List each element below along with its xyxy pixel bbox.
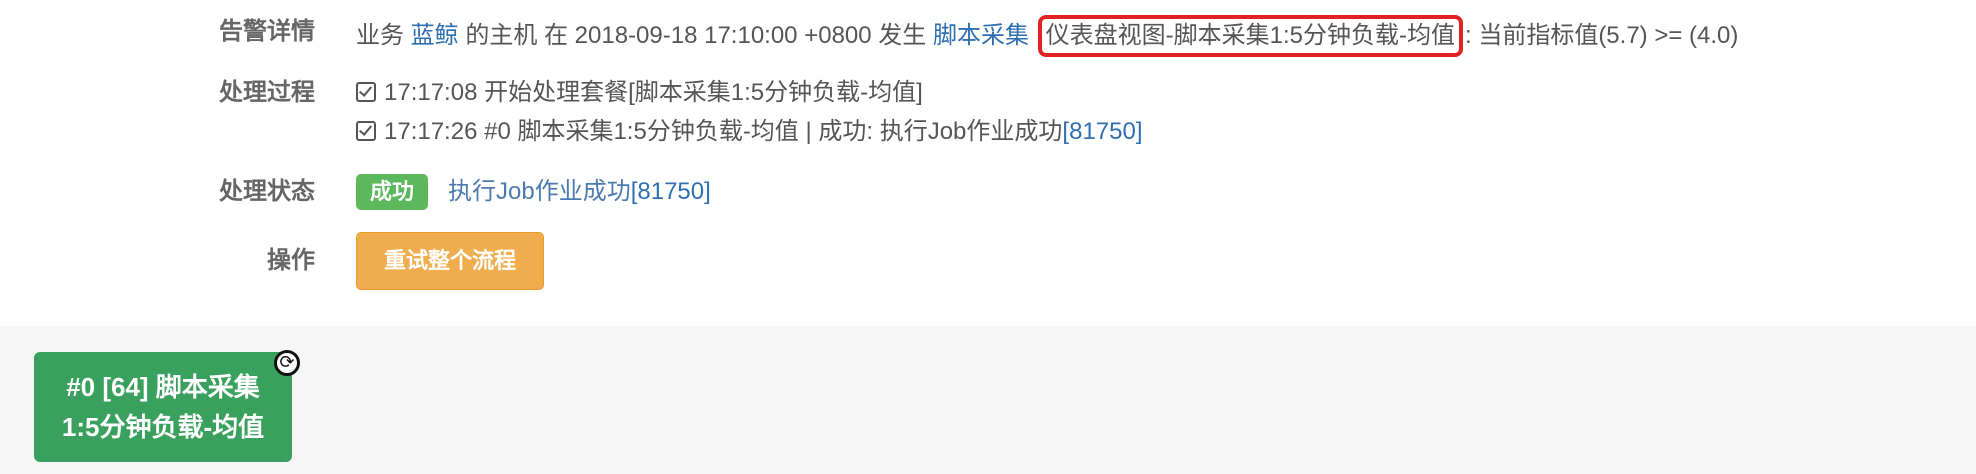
refresh-icon[interactable]: ⟳ xyxy=(274,350,300,376)
operation-label: 操作 xyxy=(267,247,315,274)
flow-node-line1: #0 [64] 脚本采集 xyxy=(66,372,260,402)
flow-node-line2: 1:5分钟负载-均值 xyxy=(61,412,265,442)
flow-node[interactable]: #0 [64] 脚本采集 1:5分钟负载-均值 xyxy=(34,352,292,462)
process-step-text: 17:17:08 开始处理套餐[脚本采集1:5分钟负载-均值] xyxy=(384,79,923,106)
process-step-2: 17:17:26 #0 脚本采集1:5分钟负载-均值 | 成功: 执行Job作业… xyxy=(356,115,1143,149)
status-badge: 成功 xyxy=(356,174,429,210)
status-job-id-link[interactable]: [81750] xyxy=(631,178,711,205)
flow-canvas xyxy=(0,326,1976,474)
status-label: 处理状态 xyxy=(219,178,315,205)
process-label: 处理过程 xyxy=(219,79,315,106)
alert-detail-label: 告警详情 xyxy=(219,18,315,45)
alert-mid-text: 的主机 在 2018-09-18 17:10:00 +0800 发生 xyxy=(465,22,927,49)
check-icon xyxy=(356,121,376,141)
highlighted-dashboard-view: 仪表盘视图-脚本采集1:5分钟负载-均值 xyxy=(1037,15,1463,57)
alert-suffix: : 当前指标值(5.7) >= (4.0) xyxy=(1464,22,1739,49)
check-icon xyxy=(356,82,376,102)
business-link[interactable]: 蓝鲸 xyxy=(411,22,459,49)
collector-link[interactable]: 脚本采集 xyxy=(933,22,1029,49)
alert-detail-content: 业务 蓝鲸 的主机 在 2018-09-18 17:10:00 +0800 发生… xyxy=(356,15,1738,57)
status-content: 成功 执行Job作业成功[81750] xyxy=(356,174,711,210)
status-text: 执行Job作业成功 xyxy=(448,178,631,205)
job-id-link[interactable]: [81750] xyxy=(1062,118,1142,145)
retry-flow-button[interactable]: 重试整个流程 xyxy=(356,232,544,290)
process-step-1: 17:17:08 开始处理套餐[脚本采集1:5分钟负载-均值] xyxy=(356,76,923,110)
process-step-text: 17:17:26 #0 脚本采集1:5分钟负载-均值 | 成功: 执行Job作业… xyxy=(384,118,1063,145)
alert-prefix: 业务 xyxy=(356,22,404,49)
